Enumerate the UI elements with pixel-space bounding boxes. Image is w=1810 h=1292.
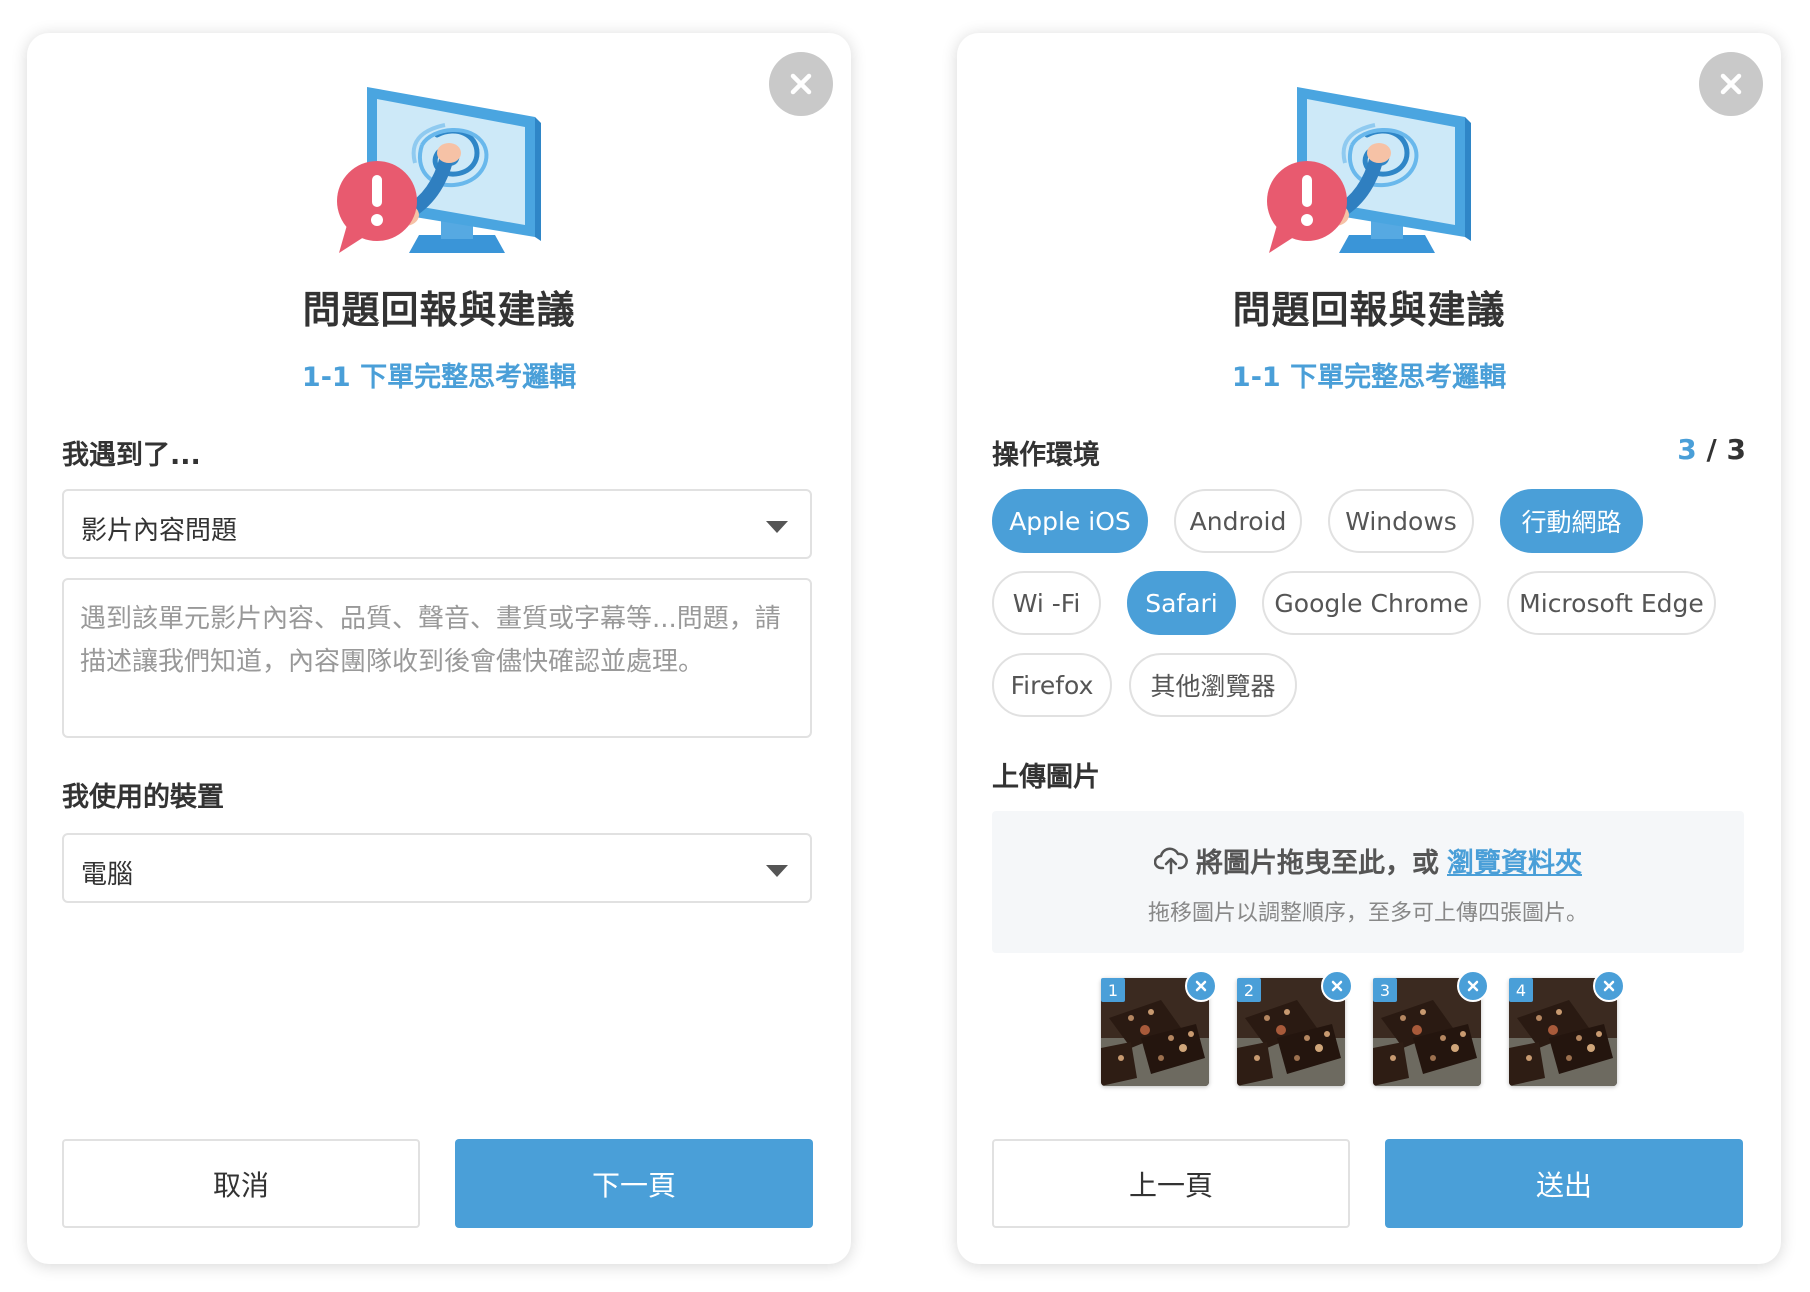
- chip-safari[interactable]: Safari: [1127, 571, 1236, 635]
- remove-icon: [1331, 980, 1343, 992]
- cloud-upload-icon: [1154, 847, 1188, 874]
- close-icon: [1720, 73, 1742, 95]
- caret-down-icon: [766, 865, 788, 877]
- chip-windows[interactable]: Windows: [1328, 489, 1474, 553]
- close-button[interactable]: [769, 52, 833, 116]
- remove-image-button[interactable]: [1593, 970, 1625, 1002]
- dropzone-hint: 拖移圖片以調整順序，至多可上傳四張圖片。: [1147, 901, 1588, 926]
- report-dialog-step1: 問題回報與建議 1-1 下單完整思考邏輯 我遇到了... 影片內容問題 遇到該單…: [27, 33, 851, 1264]
- dropzone-text: 將圖片拖曳至此，或: [1196, 848, 1439, 879]
- submit-button[interactable]: 送出: [1385, 1139, 1743, 1228]
- next-page-button[interactable]: 下一頁: [455, 1139, 813, 1228]
- cancel-button[interactable]: 取消: [62, 1139, 420, 1228]
- image-dropzone[interactable]: 將圖片拖曳至此，或 瀏覽資料夾 拖移圖片以調整順序，至多可上傳四張圖片。: [992, 811, 1744, 953]
- remove-icon: [1467, 980, 1479, 992]
- close-button[interactable]: [1699, 52, 1763, 116]
- remove-image-button[interactable]: [1185, 970, 1217, 1002]
- dropzone-prompt: 將圖片拖曳至此，或 瀏覽資料夾: [992, 841, 1744, 880]
- thumbnail-order-badge: 2: [1237, 978, 1261, 1002]
- monitor-alert-illustration: [1257, 75, 1487, 255]
- dialog-title: 問題回報與建議: [1232, 288, 1506, 332]
- upload-label: 上傳圖片: [992, 762, 1100, 793]
- chip-firefox[interactable]: Firefox: [992, 653, 1112, 717]
- uploaded-thumbnail[interactable]: 3: [1373, 970, 1489, 1086]
- thumbnail-order-badge: 1: [1101, 978, 1125, 1002]
- monitor-alert-illustration: [327, 75, 557, 255]
- remove-image-button[interactable]: [1457, 970, 1489, 1002]
- device-value: 電腦: [81, 860, 134, 890]
- previous-page-button[interactable]: 上一頁: [992, 1139, 1350, 1228]
- chip-android[interactable]: Android: [1174, 489, 1302, 553]
- issue-type-value: 影片內容問題: [81, 516, 238, 546]
- remove-icon: [1603, 980, 1615, 992]
- chip-microsoft-edge[interactable]: Microsoft Edge: [1507, 571, 1716, 635]
- remove-image-button[interactable]: [1321, 970, 1353, 1002]
- chip-other-browser[interactable]: 其他瀏覽器: [1129, 653, 1297, 717]
- environment-label: 操作環境: [992, 440, 1100, 471]
- report-dialog-step3: 問題回報與建議 1-1 下單完整思考邏輯 操作環境 3 / 3 Apple iO…: [957, 33, 1781, 1264]
- dialog-title: 問題回報與建議: [302, 288, 576, 332]
- chip-apple-ios[interactable]: Apple iOS: [992, 489, 1148, 553]
- device-label: 我使用的裝置: [62, 782, 224, 813]
- step-total: / 3: [1706, 433, 1746, 466]
- issue-label: 我遇到了...: [62, 440, 201, 471]
- chip-mobile-network[interactable]: 行動網路: [1500, 489, 1643, 553]
- step-current: 3: [1677, 433, 1697, 466]
- chip-google-chrome[interactable]: Google Chrome: [1262, 571, 1481, 635]
- lesson-subtitle: 1-1 下單完整思考邏輯: [1231, 362, 1507, 393]
- uploaded-thumbnail[interactable]: 2: [1237, 970, 1353, 1086]
- thumbnail-order-badge: 3: [1373, 978, 1397, 1002]
- uploaded-thumbnail[interactable]: 1: [1101, 970, 1217, 1086]
- description-textarea[interactable]: 遇到該單元影片內容、品質、聲音、畫質或字幕等...問題，請描述讓我們知道，內容團…: [62, 578, 812, 738]
- issue-type-select[interactable]: 影片內容問題: [62, 489, 812, 559]
- thumbnail-order-badge: 4: [1509, 978, 1533, 1002]
- uploaded-thumbnail[interactable]: 4: [1509, 970, 1625, 1086]
- remove-icon: [1195, 980, 1207, 992]
- lesson-subtitle: 1-1 下單完整思考邏輯: [301, 362, 577, 393]
- caret-down-icon: [766, 521, 788, 533]
- step-indicator: 3 / 3: [1677, 433, 1746, 466]
- browse-folder-link[interactable]: 瀏覽資料夾: [1447, 841, 1582, 880]
- device-select[interactable]: 電腦: [62, 833, 812, 903]
- chip-wifi[interactable]: Wi -Fi: [992, 571, 1101, 635]
- close-icon: [790, 73, 812, 95]
